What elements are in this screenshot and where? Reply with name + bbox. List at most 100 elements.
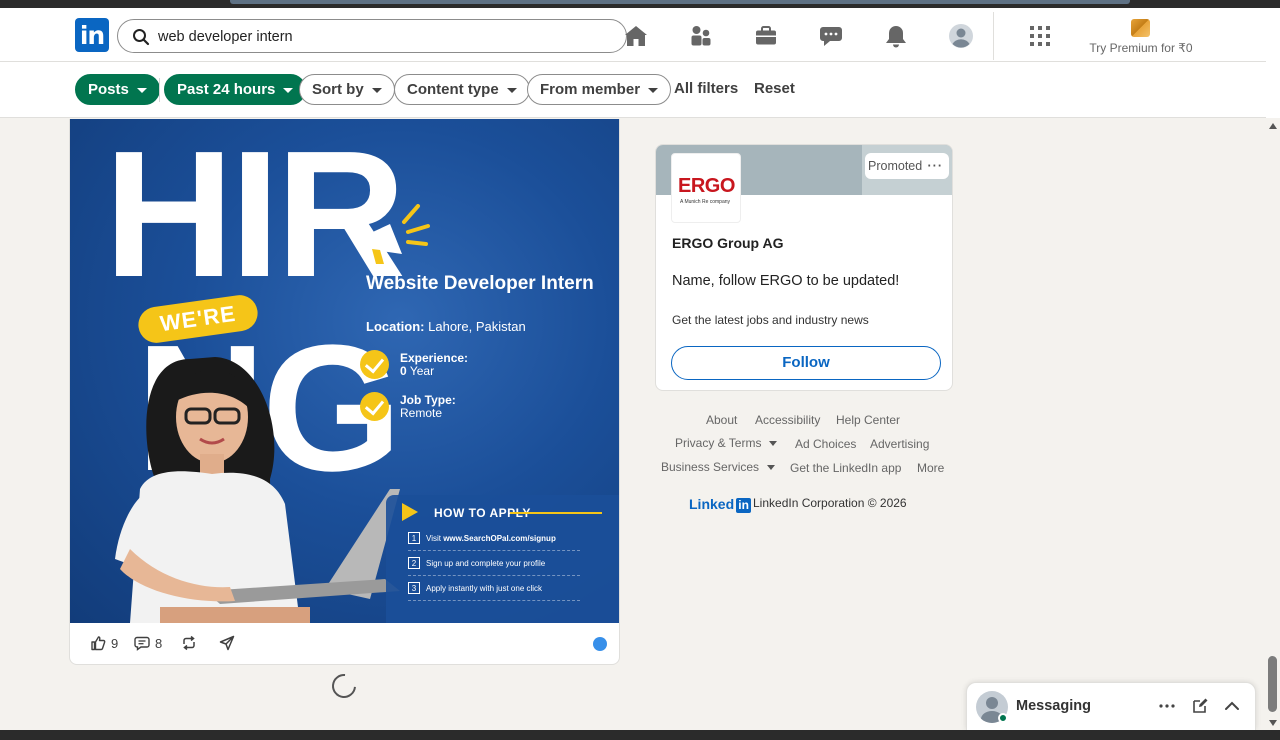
more-options-icon[interactable] xyxy=(1157,696,1177,716)
filter-date-button[interactable]: Past 24 hours xyxy=(164,74,307,105)
comment-count: 8 xyxy=(155,635,163,651)
more-options-icon[interactable]: ··· xyxy=(928,153,944,179)
apply-title-underline xyxy=(510,512,602,514)
footer-privacy-terms-link[interactable]: Privacy & Terms xyxy=(675,436,778,450)
ergo-logo-word: ERGO xyxy=(678,175,735,197)
footer-business-services-link[interactable]: Business Services xyxy=(661,460,776,474)
loading-spinner-icon xyxy=(327,669,361,703)
poster-hiring-top: HIR xyxy=(104,119,406,315)
browser-bottom-strip xyxy=(0,730,1280,740)
page-scrollbar[interactable] xyxy=(1266,118,1280,730)
jobs-icon[interactable] xyxy=(753,23,779,49)
check-circle-icon xyxy=(360,392,389,421)
feed-post-card: HIR NG WE'RE Website Developer In xyxy=(69,119,620,665)
reset-button[interactable]: Reset xyxy=(754,80,795,97)
ad-company-name[interactable]: ERGO Group AG xyxy=(672,235,783,251)
chevron-down-icon xyxy=(769,441,778,447)
thumbs-up-icon xyxy=(91,636,106,651)
chevron-down-icon xyxy=(648,87,659,93)
footer-help-center-link[interactable]: Help Center xyxy=(836,413,900,427)
browser-top-strip xyxy=(0,0,1280,8)
chevron-up-icon[interactable] xyxy=(1222,696,1242,716)
footer-accessibility-link[interactable]: Accessibility xyxy=(755,413,820,427)
profile-avatar-icon[interactable] xyxy=(948,23,974,49)
linkedin-logo[interactable]: in xyxy=(75,18,109,52)
notifications-bell-icon[interactable] xyxy=(883,23,909,49)
all-filters-button[interactable]: All filters xyxy=(674,80,738,97)
poster-location-value: Lahore, Pakistan xyxy=(428,319,526,334)
search-icon xyxy=(133,29,150,46)
poster-jobtype-value: Remote xyxy=(400,406,443,420)
ad-subtext: Get the latest jobs and industry news xyxy=(672,313,869,327)
search-input[interactable] xyxy=(158,26,608,48)
apply-step-separator xyxy=(408,575,580,576)
filter-content-type-label: Content type xyxy=(407,81,499,98)
filter-posts-label: Posts xyxy=(88,81,129,98)
chevron-down-icon xyxy=(767,465,776,471)
poster-experience-unit: Year xyxy=(409,364,435,378)
play-arrow-icon xyxy=(402,503,418,521)
scrollbar-thumb[interactable] xyxy=(1268,656,1277,712)
send-icon xyxy=(219,635,235,651)
repost-icon xyxy=(183,635,195,651)
try-premium-link[interactable]: Try Premium for ₹0 xyxy=(1080,41,1202,55)
messaging-title[interactable]: Messaging xyxy=(1016,698,1091,714)
like-action[interactable]: 9 xyxy=(90,635,118,651)
premium-icon[interactable] xyxy=(1131,19,1150,37)
home-icon[interactable] xyxy=(623,23,649,49)
search-box[interactable] xyxy=(117,19,627,53)
filter-sort-label: Sort by xyxy=(312,81,364,98)
poster-location: Location: Lahore, Pakistan xyxy=(366,319,526,334)
apply-step-separator xyxy=(408,600,580,601)
comment-action[interactable]: 8 xyxy=(134,635,162,651)
filter-from-member-button[interactable]: From member xyxy=(527,74,672,105)
footer-about-link[interactable]: About xyxy=(706,413,737,427)
promoted-ad-card: Promoted ··· ERGO A Munich Re company ERG… xyxy=(655,144,953,391)
footer-ad-choices-link[interactable]: Ad Choices xyxy=(795,437,856,451)
online-status-dot-icon xyxy=(998,713,1008,723)
footer-more-link[interactable]: More xyxy=(917,461,944,475)
filter-content-type-button[interactable]: Content type xyxy=(394,74,530,105)
chevron-down-icon xyxy=(136,87,147,93)
apply-step-3: 3 Apply instantly with just one click xyxy=(408,582,608,594)
send-action[interactable] xyxy=(219,635,235,651)
woman-with-laptop-illustration xyxy=(115,357,400,623)
filter-from-member-label: From member xyxy=(540,81,641,98)
apps-grid-icon[interactable] xyxy=(1027,23,1053,49)
comment-icon xyxy=(134,636,150,651)
like-count: 9 xyxy=(111,635,119,651)
apply-step-2: 2 Sign up and complete your profile xyxy=(408,557,608,569)
filter-posts-button[interactable]: Posts xyxy=(75,74,160,105)
follow-button[interactable]: Follow xyxy=(671,346,941,380)
apply-step-separator xyxy=(408,550,580,551)
filter-divider xyxy=(159,78,160,102)
nav-divider xyxy=(993,12,994,60)
filter-sort-button[interactable]: Sort by xyxy=(299,74,395,105)
poster-location-label: Location: xyxy=(366,319,425,334)
apply-step-1: 1 Visit www.SearchOPal.com/signup xyxy=(408,532,608,544)
compose-message-icon[interactable] xyxy=(1190,696,1210,716)
linkedin-footer-logo: Linked in xyxy=(689,496,752,513)
scrollbar-top-area xyxy=(1266,8,1280,118)
scroll-down-arrow-icon[interactable] xyxy=(1269,720,1277,726)
repost-action[interactable] xyxy=(181,635,197,651)
copyright-text: LinkedIn Corporation © 2026 xyxy=(753,496,907,510)
footer-advertising-link[interactable]: Advertising xyxy=(870,437,929,451)
poster-experience: Experience: 0 Year xyxy=(400,352,468,378)
my-network-icon[interactable] xyxy=(688,23,714,49)
messaging-overlay[interactable]: Messaging xyxy=(966,682,1256,730)
scroll-up-arrow-icon[interactable] xyxy=(1269,123,1277,129)
promoted-label: Promoted ··· xyxy=(865,153,949,179)
chevron-down-icon xyxy=(506,87,517,93)
ergo-logo[interactable]: ERGO A Munich Re company xyxy=(671,153,741,223)
footer-get-app-link[interactable]: Get the LinkedIn app xyxy=(790,461,901,475)
ad-headline: Name, follow ERGO to be updated! xyxy=(672,273,900,289)
global-nav: in Try Premium for ₹0 xyxy=(0,8,1266,62)
poster-job-title: Website Developer Intern xyxy=(366,273,594,294)
messaging-icon[interactable] xyxy=(818,23,844,49)
chevron-down-icon xyxy=(283,87,294,93)
post-social-bar: 9 8 xyxy=(70,623,619,664)
post-image[interactable]: HIR NG WE'RE Website Developer In xyxy=(70,119,619,623)
check-circle-icon xyxy=(360,350,389,379)
how-to-apply-box: HOW TO APPLY 1 Visit www.SearchOPal.com/s… xyxy=(386,495,619,623)
